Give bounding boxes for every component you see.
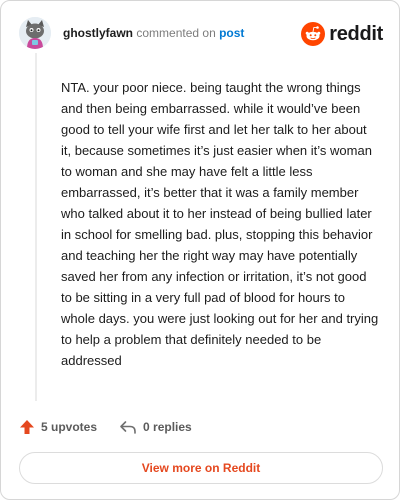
user-avatar[interactable] (19, 17, 51, 49)
view-more-label: View more on Reddit (141, 461, 261, 475)
comment-actions: 5 upvotes 0 replies (19, 417, 214, 437)
reply-action[interactable]: 0 replies (119, 419, 192, 435)
reply-count: 0 replies (143, 420, 192, 434)
comment-meta: ghostlyfawn commented on post (63, 26, 244, 40)
reddit-wordmark: reddit (329, 23, 383, 45)
author-name[interactable]: ghostlyfawn (63, 26, 133, 40)
upvote-count: 5 upvotes (41, 420, 98, 434)
reddit-snoo-icon (301, 22, 326, 46)
view-more-button[interactable]: View more on Reddit (19, 452, 383, 484)
post-link[interactable]: post (219, 26, 244, 40)
reddit-brand[interactable]: reddit (301, 21, 383, 47)
reply-arrow-icon (120, 421, 136, 434)
thread-line (35, 53, 37, 401)
avatar-cat-icon (19, 17, 51, 49)
comment-verb: commented on (136, 26, 216, 40)
embed-card: ghostlyfawn commented on post reddit NTA… (0, 0, 400, 500)
upvote-action[interactable]: 5 upvotes (19, 419, 97, 435)
upvote-arrow-icon (20, 420, 34, 434)
comment-body: NTA. your poor niece. being taught the w… (61, 80, 379, 368)
comment-header: ghostlyfawn commented on post reddit (19, 17, 383, 51)
